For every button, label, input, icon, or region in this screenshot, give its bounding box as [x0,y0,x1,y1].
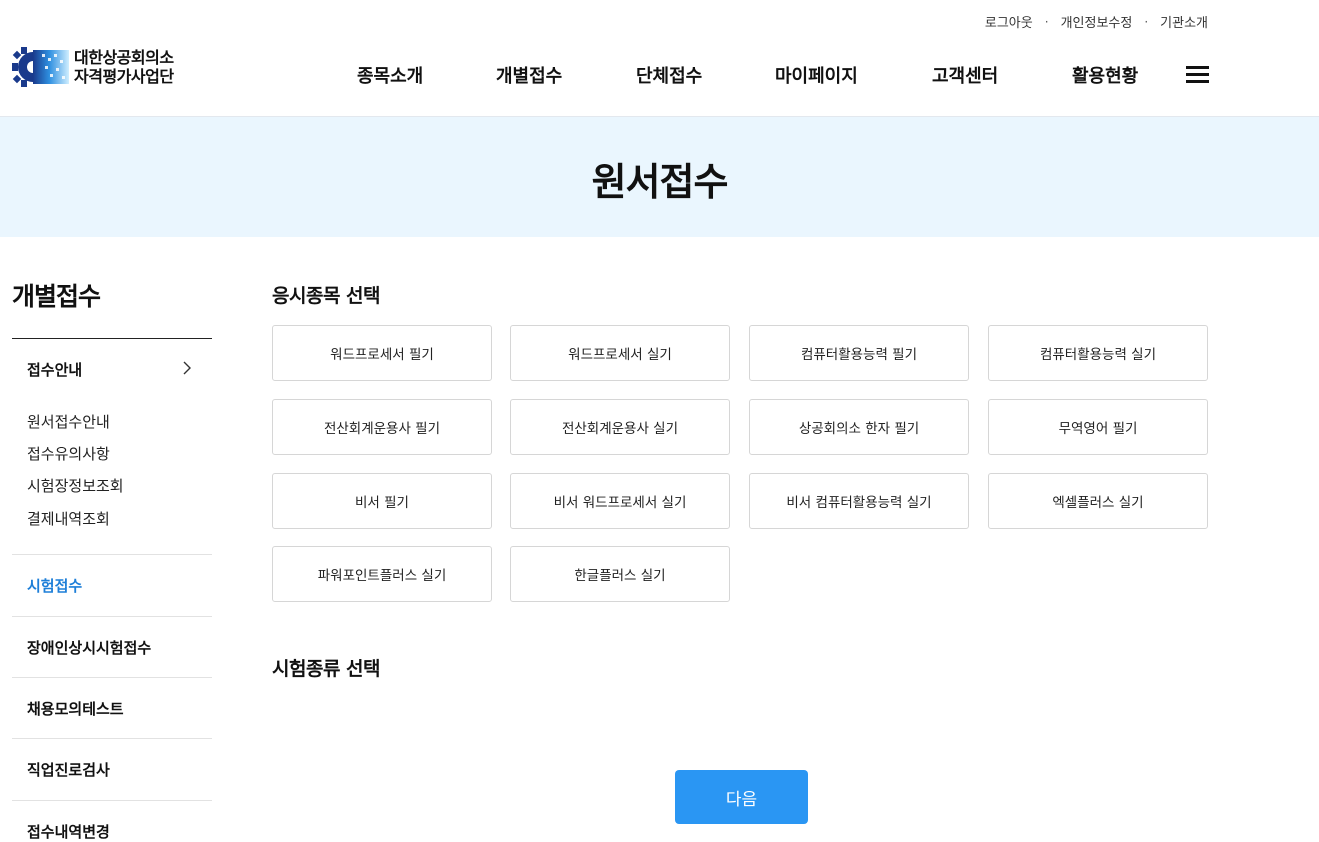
sidebar-separator [12,554,212,555]
about-org-link[interactable]: 기관소개 [1160,12,1208,31]
edit-profile-link[interactable]: 개인정보수정 [1061,12,1133,31]
utility-links: 로그아웃 · 개인정보수정 · 기관소개 [985,12,1208,32]
exam-option[interactable]: 워드프로세서 실기 [510,325,730,381]
chevron-right-icon[interactable] [182,361,192,375]
sidebar-separator [12,677,212,678]
sidebar-separator [12,800,212,801]
exam-option[interactable]: 엑셀플러스 실기 [988,473,1208,529]
sidebar-subitem-payment-history[interactable]: 결제내역조회 [27,508,110,529]
page-title: 원서접수 [591,160,729,204]
exam-option[interactable]: 무역영어 필기 [988,399,1208,455]
sidebar-item-guide[interactable]: 접수안내 [27,359,82,380]
main-nav: 종목소개 개별접수 단체접수 마이페이지 고객센터 활용현황 [0,62,1319,88]
util-separator: · [1044,14,1049,29]
nav-item-mypage[interactable]: 마이페이지 [775,62,858,88]
util-separator: · [1144,14,1149,29]
sidebar-separator [12,738,212,739]
sidebar-item-career-test[interactable]: 직업진로검사 [27,759,110,780]
sidebar-item-change-application[interactable]: 접수내역변경 [27,821,110,842]
nav-item-support[interactable]: 고객센터 [932,62,998,88]
nav-item-individual[interactable]: 개별접수 [496,62,562,88]
nav-item-group[interactable]: 단체접수 [636,62,702,88]
exam-option[interactable]: 상공회의소 한자 필기 [749,399,969,455]
exam-option[interactable]: 전산회계운용사 필기 [272,399,492,455]
sidebar-item-disability-exam[interactable]: 장애인상시시험접수 [27,637,151,658]
sidebar-divider [12,338,212,339]
hamburger-menu-icon[interactable] [1186,66,1209,83]
sidebar-subitem-venue-lookup[interactable]: 시험장정보조회 [27,475,124,496]
sidebar-title: 개별접수 [12,282,101,311]
exam-type-section-title: 시험종류 선택 [272,658,381,680]
exam-option[interactable]: 한글플러스 실기 [510,546,730,602]
sidebar-subitem-application-guide[interactable]: 원서접수안내 [27,411,110,432]
exam-option[interactable]: 파워포인트플러스 실기 [272,546,492,602]
logout-link[interactable]: 로그아웃 [985,12,1033,31]
page-hero: 원서접수 [0,117,1319,237]
exam-option[interactable]: 비서 필기 [272,473,492,529]
subject-section-title: 응시종목 선택 [272,285,381,307]
next-button[interactable]: 다음 [675,770,808,824]
sidebar-subitem-notes[interactable]: 접수유의사항 [27,443,110,464]
sidebar-item-exam-apply[interactable]: 시험접수 [27,575,82,596]
exam-option[interactable]: 컴퓨터활용능력 필기 [749,325,969,381]
sidebar-item-mock-test[interactable]: 채용모의테스트 [27,698,124,719]
nav-item-subjects[interactable]: 종목소개 [357,62,423,88]
exam-option[interactable]: 전산회계운용사 실기 [510,399,730,455]
exam-option[interactable]: 컴퓨터활용능력 실기 [988,325,1208,381]
exam-option[interactable]: 비서 워드프로세서 실기 [510,473,730,529]
exam-option[interactable]: 워드프로세서 필기 [272,325,492,381]
nav-item-usage[interactable]: 활용현황 [1072,62,1138,88]
exam-option[interactable]: 비서 컴퓨터활용능력 실기 [749,473,969,529]
sidebar-separator [12,616,212,617]
